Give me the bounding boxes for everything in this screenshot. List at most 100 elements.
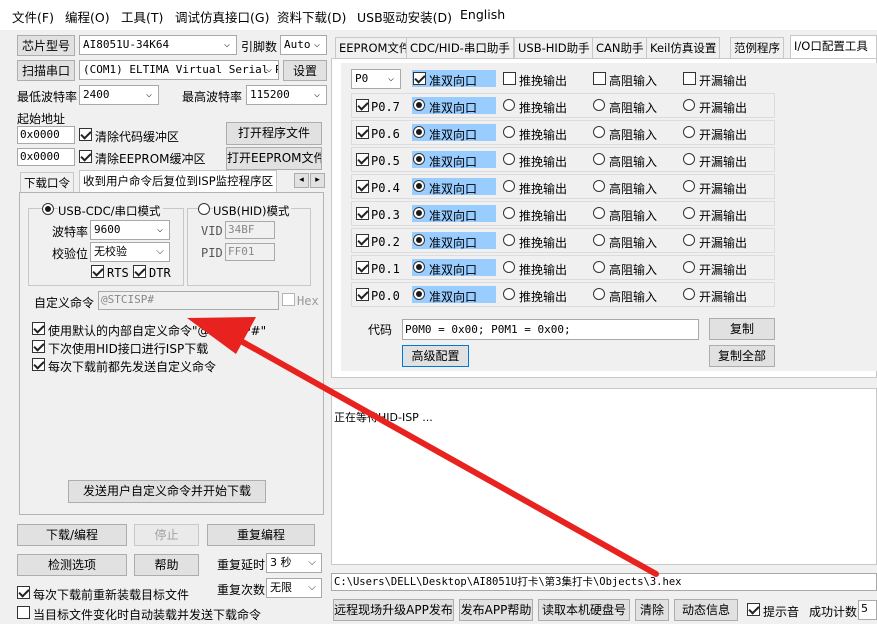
pin-enable-checkbox[interactable] — [356, 261, 369, 274]
all-pushpull-checkbox[interactable] — [503, 72, 516, 85]
clear-code-buffer-checkbox[interactable] — [79, 128, 92, 141]
stop-button[interactable]: 停止 — [134, 524, 199, 546]
menu-tools[interactable]: 工具(T) — [121, 7, 163, 26]
beep-checkbox[interactable] — [747, 603, 760, 616]
pins-select[interactable]: Auto ⌵ — [280, 35, 327, 55]
port-group-select[interactable]: P0 ⌵ — [351, 69, 401, 89]
chip-model-button[interactable]: 芯片型号 — [17, 35, 75, 56]
tab-io-config[interactable]: I/O口配置工具 — [790, 35, 877, 58]
tab-keil-sim[interactable]: Keil仿真设置 — [646, 37, 721, 58]
pin-mode-radio[interactable] — [413, 180, 425, 192]
eeprom-start-address-input[interactable]: 0x0000 — [17, 148, 75, 166]
vid-input[interactable]: 34BF — [225, 221, 275, 239]
pin-enable-checkbox[interactable] — [356, 180, 369, 193]
tab-scroll-left-button[interactable]: ◂ — [294, 173, 309, 188]
pin-mode-radio[interactable] — [593, 288, 605, 300]
download-program-button[interactable]: 下载/编程 — [17, 524, 127, 546]
remote-upgrade-app-button[interactable]: 远程现场升级APP发布 — [333, 599, 454, 621]
send-command-and-download-button[interactable]: 发送用户自定义命令并开始下载 — [68, 480, 266, 503]
pin-mode-radio[interactable] — [503, 207, 515, 219]
pin-enable-checkbox[interactable] — [356, 99, 369, 112]
menu-download-docs[interactable]: 资料下载(D) — [277, 7, 346, 26]
pin-mode-radio[interactable] — [503, 153, 515, 165]
read-disk-serial-button[interactable]: 读取本机硬盘号 — [538, 599, 630, 621]
max-baud-select[interactable]: 115200 ⌵ — [246, 85, 327, 105]
tab-examples[interactable]: 范例程序 — [730, 37, 784, 58]
scan-port-button[interactable]: 扫描串口 — [17, 60, 75, 81]
pin-mode-radio[interactable] — [683, 180, 695, 192]
rts-checkbox[interactable] — [91, 265, 104, 278]
pin-enable-checkbox[interactable] — [356, 126, 369, 139]
pin-enable-checkbox[interactable] — [356, 153, 369, 166]
pin-mode-radio[interactable] — [413, 234, 425, 246]
pin-mode-radio[interactable] — [593, 180, 605, 192]
help-button[interactable]: 帮助 — [134, 554, 199, 576]
menu-file[interactable]: 文件(F) — [12, 7, 54, 26]
use-hid-next-checkbox[interactable] — [32, 340, 45, 353]
tab-usb-hid[interactable]: USB-HID助手 — [514, 37, 594, 58]
pin-mode-radio[interactable] — [683, 153, 695, 165]
pin-mode-radio[interactable] — [413, 153, 425, 165]
pin-mode-radio[interactable] — [503, 261, 515, 273]
pin-mode-radio[interactable] — [503, 99, 515, 111]
pin-enable-checkbox[interactable] — [356, 207, 369, 220]
all-opendrain-checkbox[interactable] — [683, 72, 696, 85]
pin-mode-radio[interactable] — [503, 180, 515, 192]
code-start-address-input[interactable]: 0x0000 — [17, 126, 75, 144]
auto-load-checkbox[interactable] — [17, 606, 30, 619]
copy-button[interactable]: 复制 — [709, 318, 775, 340]
send-command-before-download-checkbox[interactable] — [32, 358, 45, 371]
clear-eeprom-buffer-checkbox[interactable] — [79, 150, 92, 163]
pin-mode-radio[interactable] — [503, 288, 515, 300]
copy-all-button[interactable]: 复制全部 — [709, 345, 775, 367]
menu-program[interactable]: 编程(O) — [65, 7, 110, 26]
menu-usb-driver[interactable]: USB驱动安装(D) — [357, 7, 452, 26]
tab-cdc-hid-serial[interactable]: CDC/HID-串口助手 — [406, 37, 514, 58]
pin-mode-radio[interactable] — [593, 153, 605, 165]
tab-can[interactable]: CAN助手 — [592, 37, 648, 58]
open-eeprom-file-button[interactable]: 打开EEPROM文件 — [226, 147, 322, 170]
tab-scroll-right-button[interactable]: ▸ — [310, 173, 325, 188]
pin-mode-radio[interactable] — [593, 261, 605, 273]
pin-mode-radio[interactable] — [413, 261, 425, 273]
clear-log-button[interactable]: 清除 — [635, 599, 669, 621]
usb-hid-radio[interactable] — [198, 203, 210, 215]
repeat-delay-select[interactable]: 3 秒 ⌵ — [266, 553, 322, 573]
parity-select[interactable]: 无校验 ⌵ — [90, 242, 170, 262]
pin-mode-radio[interactable] — [593, 207, 605, 219]
pin-mode-radio[interactable] — [413, 126, 425, 138]
use-default-command-checkbox[interactable] — [32, 322, 45, 335]
pin-mode-radio[interactable] — [683, 234, 695, 246]
pin-enable-checkbox[interactable] — [356, 288, 369, 301]
settings-button[interactable]: 设置 — [283, 60, 327, 81]
code-output-field[interactable]: P0M0 = 0x00; P0M1 = 0x00; — [402, 319, 699, 340]
tab-eeprom-file[interactable]: EEPROM文件 — [335, 37, 415, 58]
pin-mode-radio[interactable] — [593, 234, 605, 246]
all-quasi-checkbox[interactable] — [413, 72, 426, 85]
advanced-config-button[interactable]: 高级配置 — [402, 345, 469, 367]
pin-mode-radio[interactable] — [593, 126, 605, 138]
pin-mode-radio[interactable] — [683, 126, 695, 138]
chip-model-select[interactable]: AI8051U-34K64 ⌵ — [79, 35, 237, 55]
pin-mode-radio[interactable] — [413, 288, 425, 300]
pid-input[interactable]: FF01 — [225, 243, 275, 261]
pin-mode-radio[interactable] — [503, 234, 515, 246]
menu-english[interactable]: English — [460, 7, 505, 22]
pin-mode-radio[interactable] — [683, 99, 695, 111]
pin-mode-radio[interactable] — [413, 207, 425, 219]
dtr-checkbox[interactable] — [133, 265, 146, 278]
pin-mode-radio[interactable] — [503, 126, 515, 138]
pin-mode-radio[interactable] — [683, 207, 695, 219]
pin-mode-radio[interactable] — [683, 288, 695, 300]
check-options-button[interactable]: 检测选项 — [17, 554, 127, 576]
pin-mode-radio[interactable] — [593, 99, 605, 111]
open-program-file-button[interactable]: 打开程序文件 — [226, 122, 322, 145]
min-baud-select[interactable]: 2400 ⌵ — [79, 85, 159, 105]
usb-cdc-radio[interactable] — [42, 203, 54, 215]
hex-checkbox[interactable] — [282, 293, 295, 306]
pin-enable-checkbox[interactable] — [356, 234, 369, 247]
output-log[interactable]: 正在等待HID-ISP ... — [331, 388, 877, 565]
reload-before-download-checkbox[interactable] — [17, 586, 30, 599]
baud-select[interactable]: 9600 ⌵ — [90, 220, 170, 240]
tab-download-password[interactable]: 下载口令 — [20, 172, 74, 193]
